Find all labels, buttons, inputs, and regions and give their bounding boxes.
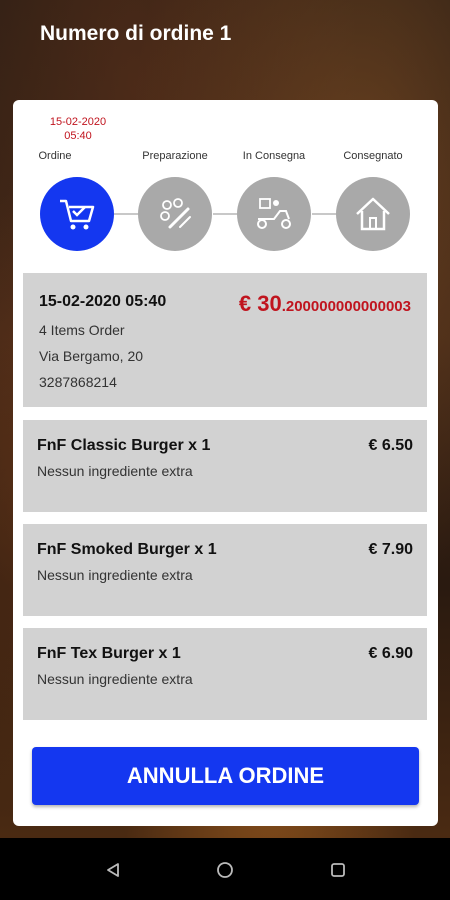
step-consegnato	[336, 177, 410, 251]
back-button[interactable]	[101, 858, 125, 882]
status-timestamp: 15-02-2020 05:40	[33, 115, 123, 143]
item-name: FnF Tex Burger x 1	[37, 645, 181, 662]
order-total-decimals: .200000000000003	[281, 298, 411, 315]
status-date: 15-02-2020	[49, 116, 107, 128]
order-status-tracker: 15-02-2020 05:40 Ordine Preparazione In …	[13, 100, 438, 260]
scooter-icon	[257, 198, 291, 229]
status-time: 05:40	[64, 130, 92, 142]
step-in-consegna	[237, 177, 311, 251]
order-card: 15-02-2020 05:40 Ordine Preparazione In …	[13, 100, 438, 826]
step-connector	[114, 213, 139, 215]
system-navigation-bar	[0, 838, 450, 900]
order-total-main: € 30	[238, 291, 282, 316]
order-item: FnF Tex Burger x 1 € 6.90 Nessun ingredi…	[23, 628, 427, 720]
step-ordine	[40, 177, 114, 251]
step-connector	[213, 213, 238, 215]
home-circle-icon	[217, 862, 233, 878]
order-total: € 30.200000000000003	[239, 291, 411, 317]
item-extra: Nessun ingrediente extra	[37, 671, 193, 687]
step-label-preparazione: Preparazione	[142, 150, 208, 162]
order-summary: 15-02-2020 05:40 € 30.200000000000003 4 …	[23, 273, 427, 407]
item-extra: Nessun ingrediente extra	[37, 463, 193, 479]
home-icon	[356, 197, 390, 231]
step-preparazione	[138, 177, 212, 251]
item-price: € 7.90	[368, 541, 413, 558]
order-items-count: 4 Items Order	[39, 322, 125, 338]
item-price: € 6.90	[368, 645, 413, 662]
order-datetime: 15-02-2020 05:40	[39, 293, 167, 310]
item-price: € 6.50	[368, 437, 413, 454]
cart-check-icon	[60, 199, 95, 230]
order-item: FnF Classic Burger x 1 € 6.50 Nessun ing…	[23, 420, 427, 512]
order-item: FnF Smoked Burger x 1 € 7.90 Nessun ingr…	[23, 524, 427, 616]
step-label-consegnato: Consegnato	[343, 150, 403, 162]
cancel-order-button[interactable]: ANNULLA ORDINE	[32, 747, 419, 805]
preparation-icon	[160, 198, 191, 229]
recents-icon	[331, 863, 345, 877]
item-name: FnF Smoked Burger x 1	[37, 541, 217, 558]
home-button[interactable]	[213, 858, 237, 882]
step-connector	[312, 213, 337, 215]
item-name: FnF Classic Burger x 1	[37, 437, 211, 454]
step-label-ordine: Ordine	[38, 150, 72, 162]
order-address: Via Bergamo, 20	[39, 348, 144, 364]
step-label-in-consegna: In Consegna	[242, 150, 306, 162]
recents-button[interactable]	[326, 858, 350, 882]
order-phone: 3287868214	[39, 374, 117, 390]
page-title: Numero di ordine 1	[40, 22, 232, 45]
item-extra: Nessun ingrediente extra	[37, 567, 193, 583]
back-icon	[107, 863, 119, 877]
